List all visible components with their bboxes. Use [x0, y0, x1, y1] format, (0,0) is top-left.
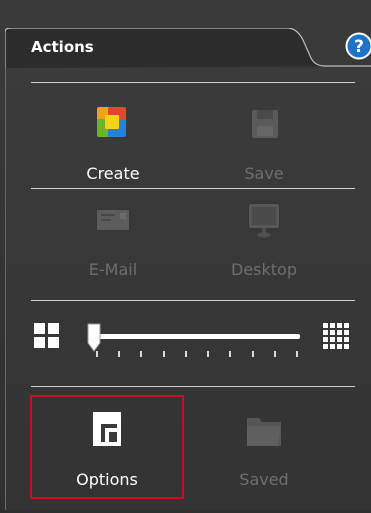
- zoom-slider-tick: [296, 351, 298, 357]
- envelope-icon: [97, 210, 129, 230]
- floppy-disk-icon: [252, 110, 278, 138]
- small-grid-icon[interactable]: [322, 322, 350, 350]
- help-icon[interactable]: ?: [345, 32, 371, 60]
- saved-label: Saved: [239, 470, 289, 489]
- divider: [31, 188, 355, 189]
- large-grid-icon[interactable]: [33, 322, 61, 350]
- zoom-slider-tick: [118, 351, 121, 357]
- divider: [31, 300, 355, 301]
- zoom-slider-tick: [140, 351, 143, 357]
- zoom-slider-tick: [184, 351, 187, 357]
- actions-window: Actions ? Create Save E-Mail Desktop Opt…: [0, 0, 371, 513]
- zoom-slider-thumb[interactable]: [87, 323, 101, 353]
- zoom-slider-tick: [251, 351, 254, 357]
- monitor-icon: [249, 204, 279, 238]
- folder-icon: [247, 418, 281, 446]
- options-icon: [93, 412, 121, 446]
- svg-text:?: ?: [354, 37, 364, 57]
- zoom-slider-tick: [207, 351, 210, 357]
- divider: [31, 82, 355, 83]
- email-label: E-Mail: [88, 260, 138, 279]
- email-button[interactable]: E-Mail: [53, 200, 173, 298]
- options-label: Options: [76, 470, 138, 489]
- saved-button[interactable]: Saved: [204, 410, 324, 508]
- divider: [31, 386, 355, 387]
- actions-tab-bar: Actions ?: [5, 28, 371, 68]
- zoom-slider-tick: [162, 351, 165, 357]
- create-icon: [97, 107, 126, 137]
- zoom-slider-track[interactable]: [90, 334, 300, 339]
- desktop-button[interactable]: Desktop: [204, 200, 324, 298]
- panel-title: Actions: [31, 38, 94, 56]
- options-button[interactable]: Options: [47, 410, 167, 508]
- desktop-label: Desktop: [231, 260, 297, 279]
- zoom-slider-tick: [273, 351, 276, 357]
- create-label: Create: [86, 164, 140, 183]
- zoom-slider-tick: [229, 351, 232, 357]
- save-label: Save: [244, 164, 284, 183]
